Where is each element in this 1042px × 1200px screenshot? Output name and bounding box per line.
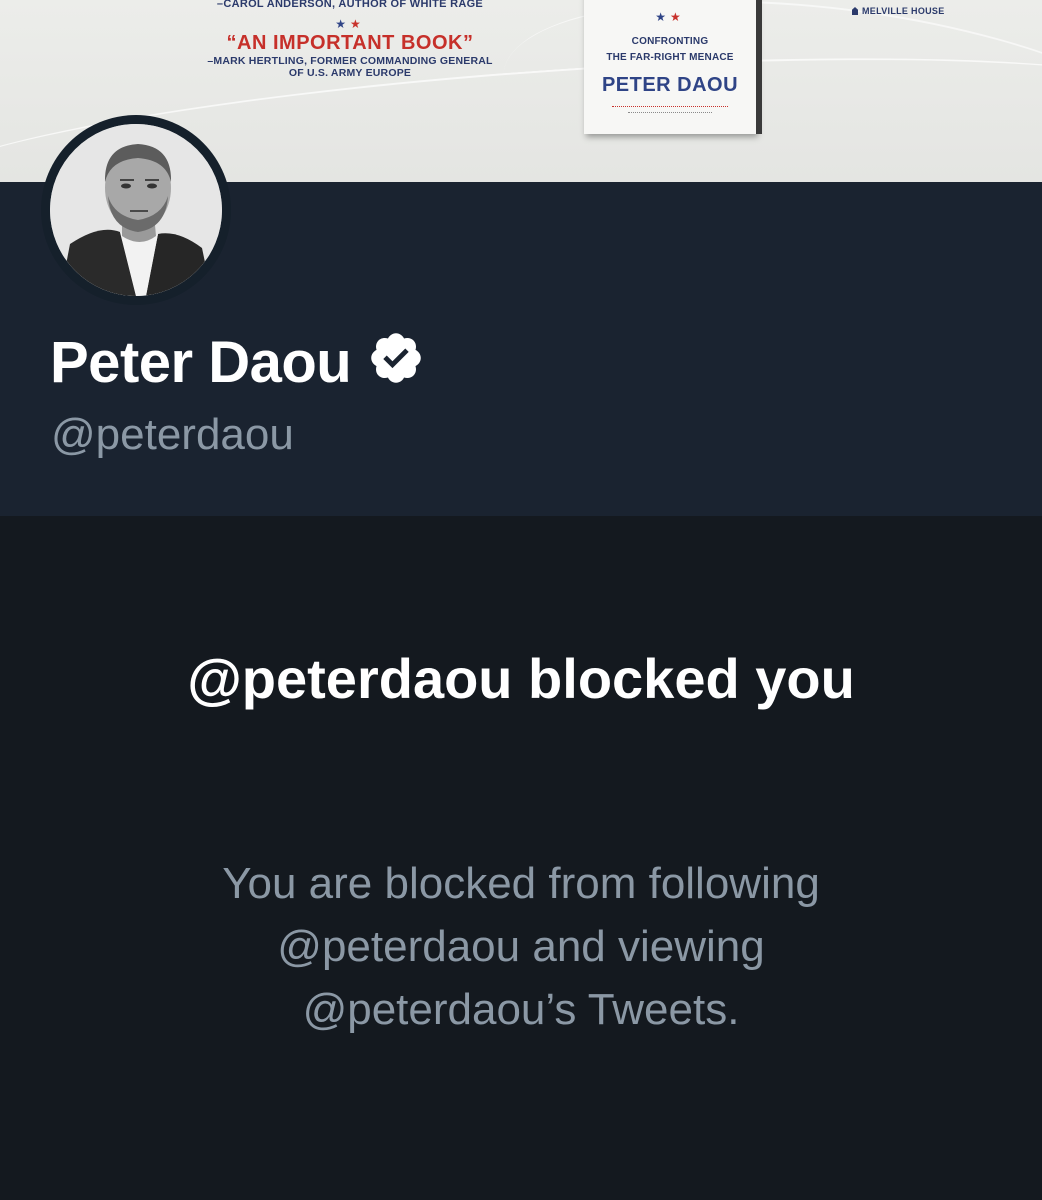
book-cover: ★★ CONFRONTING THE FAR-RIGHT MENACE PETE… [584,0,762,134]
avatar[interactable] [41,115,231,305]
book-author: PETER DAOU [601,74,739,96]
banner-quote-author: –CAROL ANDERSON, AUTHOR OF WHITE RAGE [216,0,484,10]
blocked-title: @peterdaou blocked you [187,647,855,710]
banner-quote-attribution: OF U.S. ARMY EUROPE [288,67,412,79]
display-name-text: Peter Daou [50,330,352,395]
blocked-description: You are blocked from following @peterdao… [222,859,820,1034]
book-blurb [612,106,728,109]
blocked-notice: @peterdaou blocked you You are blocked f… [0,516,1042,1200]
banner-stars: ★★ [335,17,365,31]
publisher-label: MELVILLE HOUSE [852,6,945,16]
book-subtitle: CONFRONTING [631,36,709,47]
book-blurb [628,112,712,115]
book-spine [756,0,762,134]
banner-quote-title: “AN IMPORTANT BOOK” [226,32,474,54]
banner-quote-attribution: –MARK HERTLING, FORMER COMMANDING GENERA… [207,55,493,67]
house-icon [852,7,858,15]
book-subtitle: THE FAR-RIGHT MENACE [606,52,734,63]
publisher-name: MELVILLE HOUSE [862,6,945,16]
book-stars: ★★ [655,10,685,24]
profile-handle: @peterdaou [51,410,294,459]
avatar-photo [50,124,222,296]
verified-badge-icon[interactable] [367,329,425,398]
profile-display-name: Peter Daou [50,333,425,393]
